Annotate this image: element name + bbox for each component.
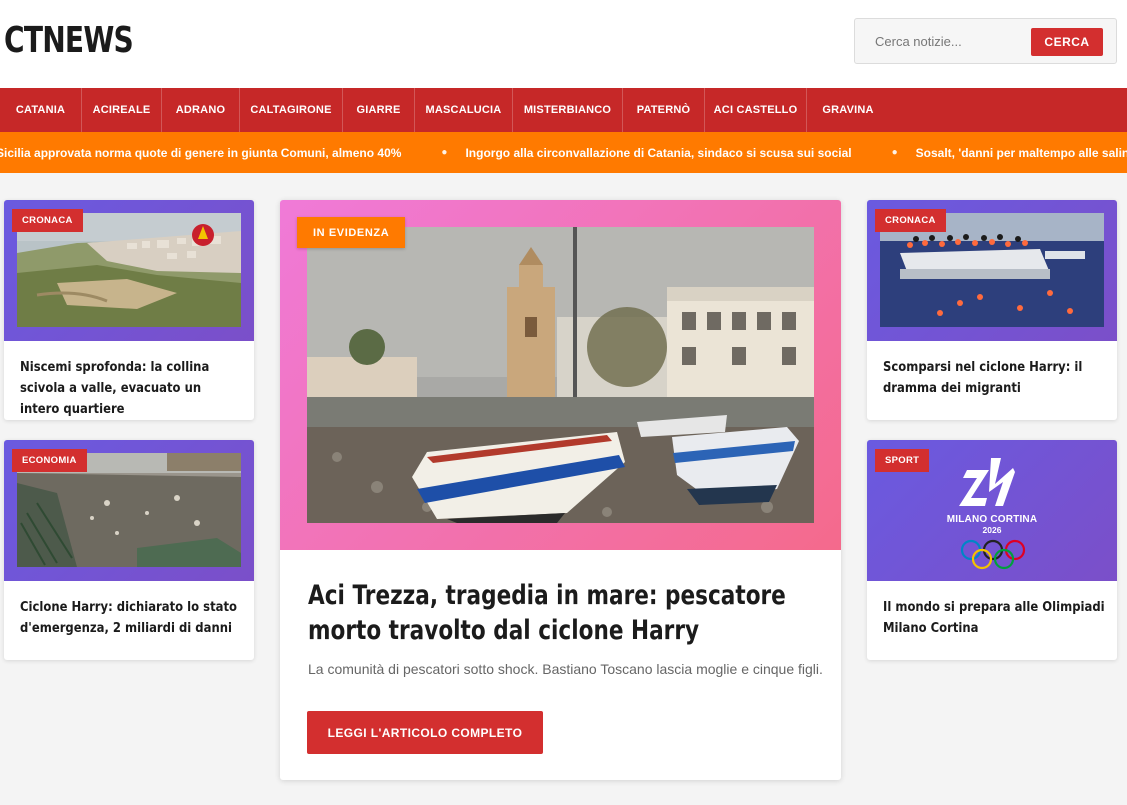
nav-item-giarre[interactable]: GIARRE bbox=[343, 88, 415, 132]
card-title[interactable]: Ciclone Harry: dichiarato lo stato d'eme… bbox=[20, 597, 244, 639]
card-image-frame: MILANO CORTINA 2026 SPORT bbox=[867, 440, 1117, 581]
card-image-frame: CRONACA bbox=[4, 200, 254, 341]
category-badge[interactable]: CRONACA bbox=[875, 209, 946, 232]
news-ticker: Sicilia approvata norma quote di genere … bbox=[0, 132, 1127, 173]
nav-item-mascalucia[interactable]: MASCALUCIA bbox=[415, 88, 513, 132]
search-input[interactable] bbox=[865, 28, 1025, 54]
card-title[interactable]: Scomparsi nel ciclone Harry: il dramma d… bbox=[883, 357, 1107, 399]
nav-item-misterbianco[interactable]: MISTERBIANCO bbox=[513, 88, 623, 132]
featured-photo-boats bbox=[307, 227, 814, 523]
card-title[interactable]: Niscemi sprofonda: la collina scivola a … bbox=[20, 357, 244, 420]
site-logo[interactable]: CTNEWS bbox=[4, 20, 134, 61]
olympics-logo-text: MILANO CORTINA bbox=[946, 514, 1038, 525]
search-button[interactable]: CERCA bbox=[1031, 28, 1103, 56]
ticker-item[interactable]: Sicilia approvata norma quote di genere … bbox=[0, 146, 401, 160]
article-card-emergency[interactable]: ECONOMIA Ciclone Harry: dichiarato lo st… bbox=[4, 440, 254, 660]
card-image-frame: ECONOMIA bbox=[4, 440, 254, 581]
featured-badge[interactable]: IN EVIDENZA bbox=[297, 217, 406, 248]
category-badge[interactable]: SPORT bbox=[875, 449, 930, 472]
card-image-frame: CRONACA bbox=[867, 200, 1117, 341]
article-card-olympics[interactable]: MILANO CORTINA 2026 SPORT Il mondo si pr… bbox=[867, 440, 1117, 660]
search-form: CERCA bbox=[854, 18, 1117, 64]
main-nav: CATANIA ACIREALE ADRANO CALTAGIRONE GIAR… bbox=[0, 88, 1127, 132]
olympics-logo-year: 2026 bbox=[982, 525, 1002, 535]
nav-item-catania[interactable]: CATANIA bbox=[0, 88, 82, 132]
featured-subtitle: La comunità di pescatori sotto shock. Ba… bbox=[308, 661, 823, 677]
article-card-niscemi[interactable]: CRONACA Niscemi sprofonda: la collina sc… bbox=[4, 200, 254, 420]
featured-image-frame: IN EVIDENZA bbox=[280, 200, 841, 550]
site-header: CTNEWS CERCA bbox=[0, 0, 1127, 88]
category-badge[interactable]: ECONOMIA bbox=[12, 449, 87, 472]
ticker-separator: ● bbox=[891, 147, 898, 158]
ticker-item[interactable]: Ingorgo alla circonvallazione di Catania… bbox=[465, 146, 851, 160]
article-card-migrants[interactable]: CRONACA Scomparsi nel ciclone Harry: il … bbox=[867, 200, 1117, 420]
nav-item-acireale[interactable]: ACIREALE bbox=[82, 88, 162, 132]
nav-item-aci-castello[interactable]: ACI CASTELLO bbox=[705, 88, 807, 132]
nav-item-caltagirone[interactable]: CALTAGIRONE bbox=[240, 88, 343, 132]
featured-article[interactable]: IN EVIDENZA Aci Trezza, tragedia in mare… bbox=[280, 200, 841, 780]
ticker-item[interactable]: Sosalt, 'danni per maltempo alle saline … bbox=[916, 146, 1127, 160]
nav-item-adrano[interactable]: ADRANO bbox=[162, 88, 240, 132]
category-badge[interactable]: CRONACA bbox=[12, 209, 83, 232]
ticker-separator: ● bbox=[441, 147, 448, 158]
card-title[interactable]: Il mondo si prepara alle Olimpiadi Milan… bbox=[883, 597, 1107, 639]
read-full-article-button[interactable]: LEGGI L'ARTICOLO COMPLETO bbox=[307, 711, 543, 754]
nav-item-paterno[interactable]: PATERNÒ bbox=[623, 88, 705, 132]
nav-item-gravina[interactable]: GRAVINA bbox=[807, 88, 889, 132]
featured-title[interactable]: Aci Trezza, tragedia in mare: pescatore … bbox=[308, 578, 788, 648]
